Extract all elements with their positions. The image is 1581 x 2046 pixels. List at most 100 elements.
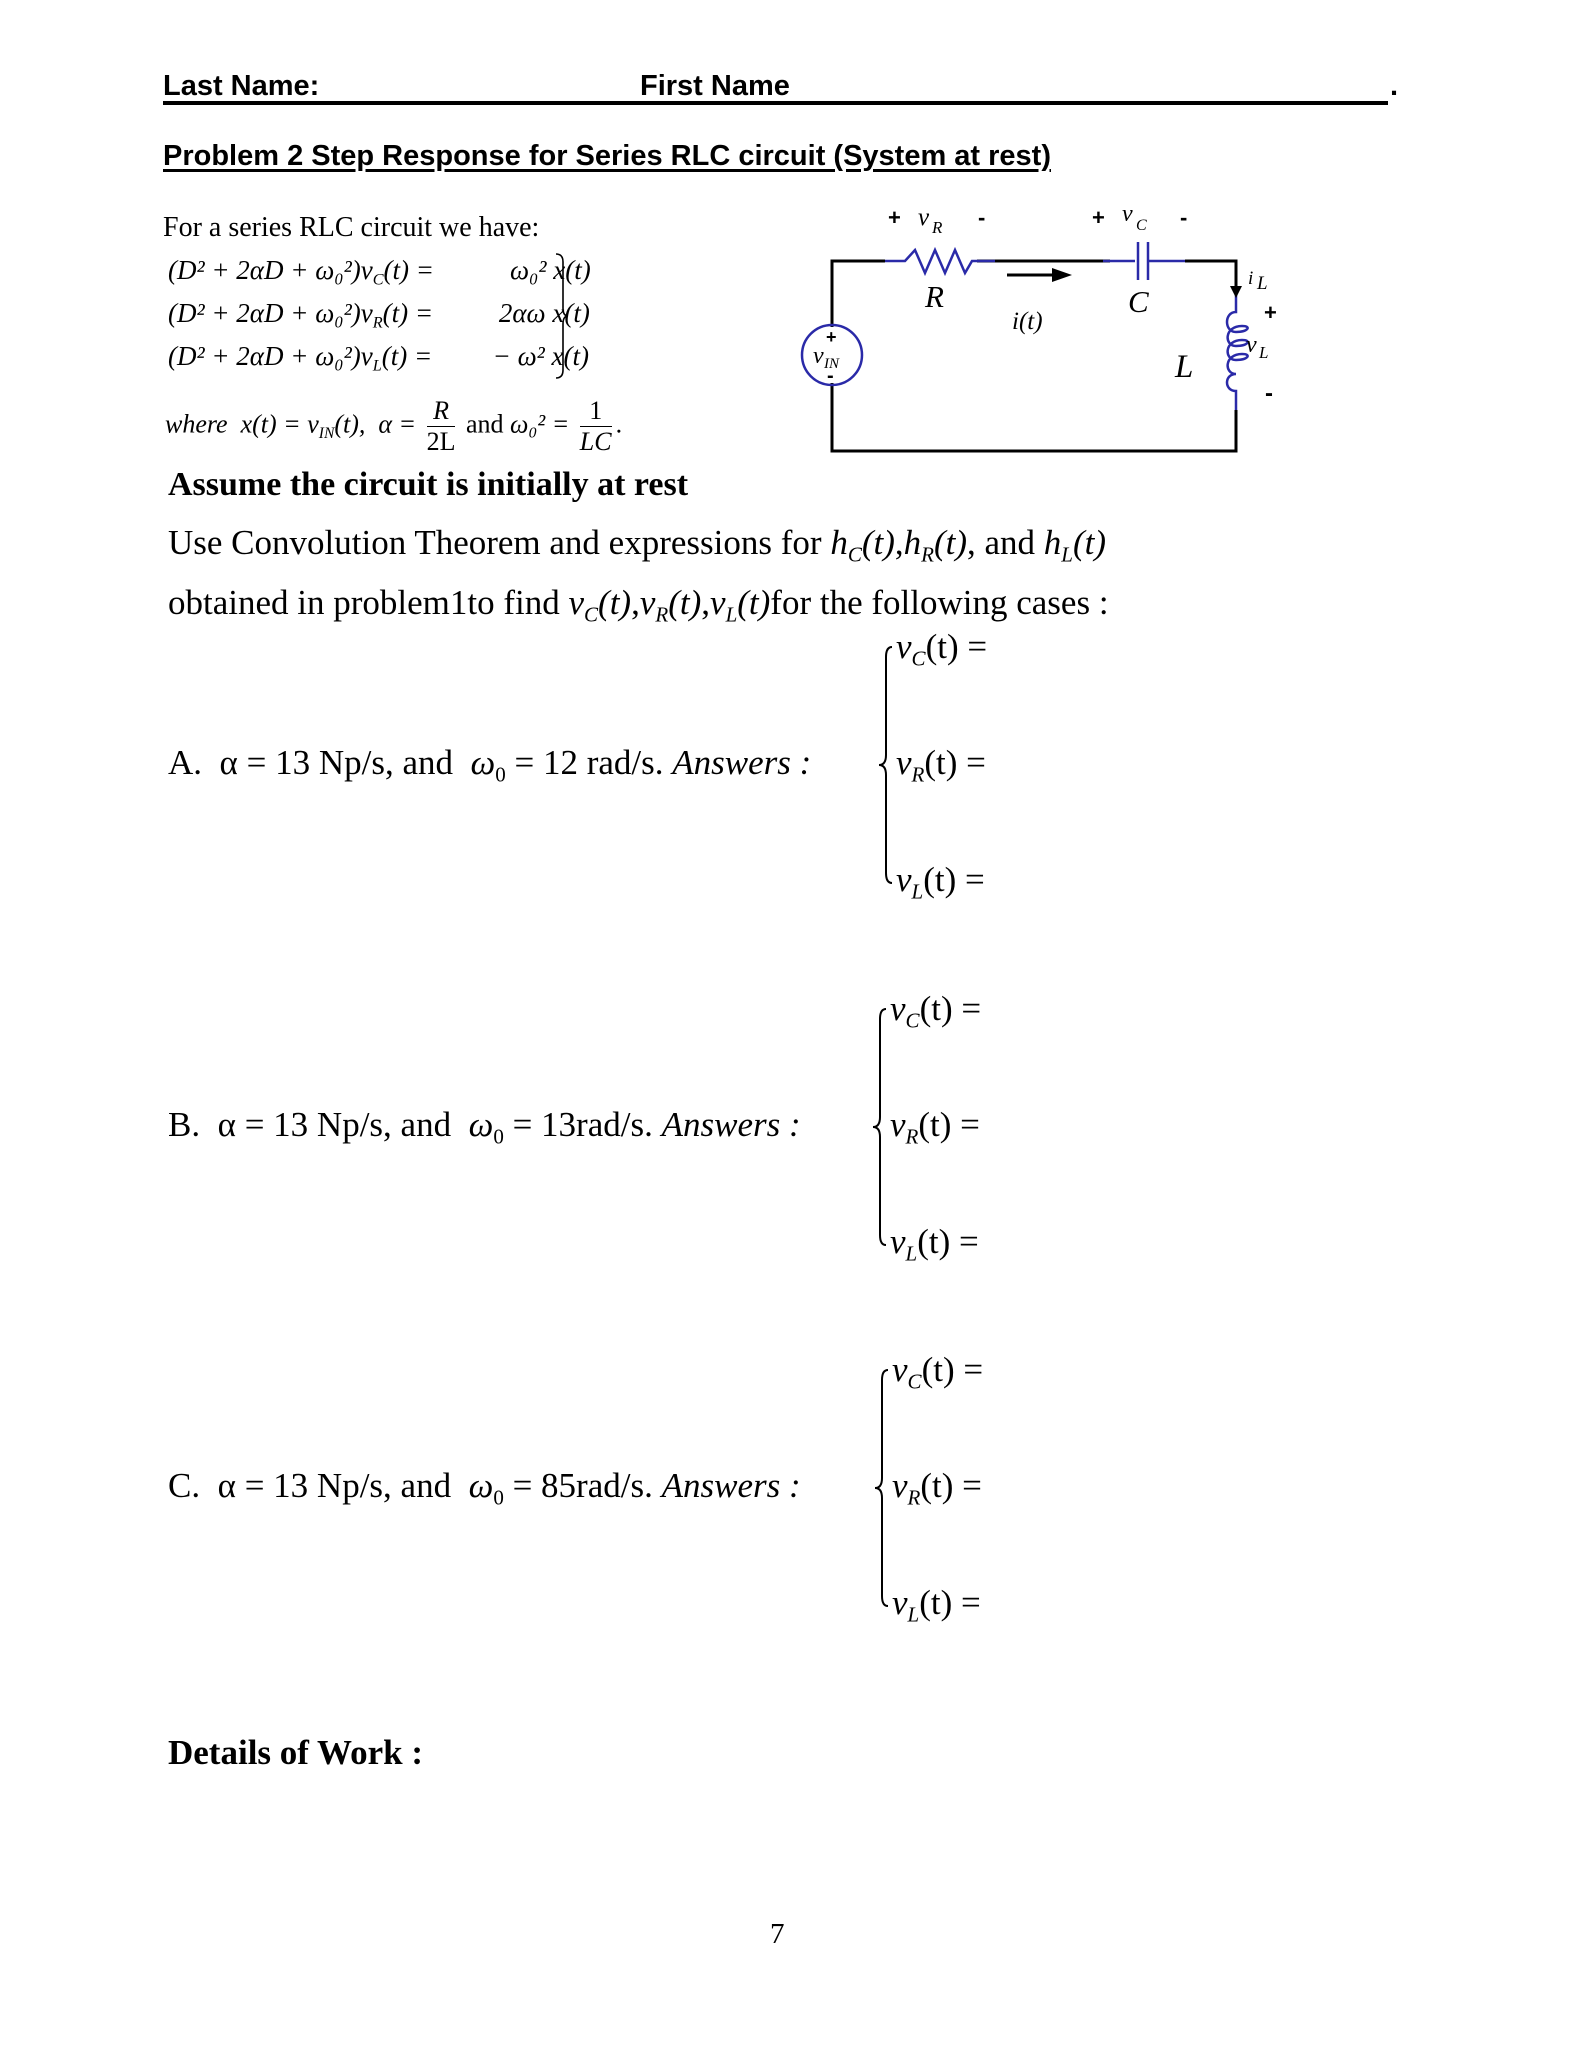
intro-text: For a series RLC circuit we have: xyxy=(163,212,540,243)
case-letter: A. xyxy=(168,743,203,782)
last-name-label: Last Name: xyxy=(163,70,320,102)
answer-var: v xyxy=(890,1222,906,1261)
answer-sub: R xyxy=(907,1485,921,1510)
answer-sub: L xyxy=(907,1602,920,1627)
alpha-value: α = 13 Np/s, and xyxy=(219,743,454,782)
omega-sub: 0 xyxy=(493,1124,504,1149)
answer-r-field: vR(t) = xyxy=(892,1466,982,1510)
answers-label: Answers : xyxy=(672,743,812,782)
eq-sub: R xyxy=(372,313,383,332)
resistor-symbol xyxy=(885,246,995,277)
current-arrows xyxy=(1007,268,1242,298)
answer-c-field: vC(t) = xyxy=(890,989,981,1033)
omega-fraction: 1 LC xyxy=(579,396,612,457)
answer-tail: (t) = xyxy=(919,1583,981,1622)
circuit-labels: + v R - + v C - R C L i(t) i L + v L - +… xyxy=(813,201,1277,407)
answer-l-field: vL(t) = xyxy=(890,1222,979,1266)
t-arg: (t) xyxy=(668,583,702,622)
alpha-value: α = 13 Np/s, and xyxy=(217,1466,452,1505)
answer-tail: (t) = xyxy=(917,1222,979,1261)
vc-plus: + xyxy=(1092,205,1105,230)
wire-bottom xyxy=(830,383,1238,453)
vr-plus: + xyxy=(888,205,901,230)
answer-c-field: vC(t) = xyxy=(892,1350,983,1394)
vr-label: v xyxy=(918,204,930,231)
current-arrow-head xyxy=(1052,268,1072,282)
answer-sub: C xyxy=(905,1008,920,1033)
instruction-line-1: Use Convolution Theorem and expressions … xyxy=(168,523,1107,567)
alpha-numerator: R xyxy=(426,396,456,427)
hr-symbol: h xyxy=(903,523,922,562)
eq-lhs: (D² + 2αD + ω₀²)v xyxy=(168,298,373,328)
eq-mid: (t) = xyxy=(383,255,434,285)
where-prefix: where xyxy=(165,409,228,439)
omega-numerator: 1 xyxy=(579,396,612,427)
details-of-work-heading: Details of Work : xyxy=(168,1733,424,1772)
v-symbol: v xyxy=(710,583,726,622)
omega-sub: 0 xyxy=(495,762,506,787)
answer-sub: C xyxy=(907,1369,922,1394)
vin-label: v xyxy=(813,343,824,369)
vl-plus: + xyxy=(1264,300,1277,325)
and-word: and xyxy=(984,523,1036,562)
answer-r-field: vR(t) = xyxy=(890,1105,980,1147)
case-letter: C. xyxy=(168,1466,201,1505)
instruction-line-2: obtained in problem1to find vC(t),vR(t),… xyxy=(168,583,1109,627)
omega-value: = 12 rad/s. xyxy=(514,743,664,782)
case-b-statement: B. α = 13 Np/s, and ω0 = 13rad/s. Answer… xyxy=(168,1105,801,1149)
brace-path xyxy=(874,1369,889,1607)
vl-label: v xyxy=(1246,332,1257,358)
x-definition-sub: IN xyxy=(318,424,335,442)
instruction-tail: for the following cases : xyxy=(770,583,1109,622)
vr-sub: R xyxy=(931,218,943,237)
hl-sub: L xyxy=(1061,542,1073,567)
t-arg: (t) xyxy=(861,523,895,562)
answer-sub: L xyxy=(905,1241,918,1266)
hl-symbol: h xyxy=(1043,523,1062,562)
eq-sub: C xyxy=(372,270,384,289)
hr-sub: R xyxy=(921,542,934,567)
equation-vl: (D² + 2αD + ω₀²)vL(t) = − ω² x(t) xyxy=(168,341,589,375)
answer-var: v xyxy=(896,627,912,666)
first-name-label: First Name xyxy=(640,70,790,102)
wire-left-top xyxy=(830,259,885,327)
brace-path xyxy=(878,646,893,884)
vc-label: v xyxy=(1122,201,1133,227)
name-line-end-mark: . xyxy=(1390,70,1399,102)
vc-sub: C xyxy=(1136,217,1147,234)
alpha-denominator: 2L xyxy=(426,427,456,456)
answer-sub: C xyxy=(911,646,926,671)
current-label: i(t) xyxy=(1012,308,1043,335)
equation-vc: (D² + 2αD + ω₀²)vC(t) = ω₀² x(t) xyxy=(168,255,591,289)
il-arrow-head xyxy=(1230,286,1242,298)
inductor-label: L xyxy=(1174,349,1193,385)
answer-var: v xyxy=(892,1583,908,1622)
vin-plus: + xyxy=(826,327,837,347)
t-arg: (t) xyxy=(737,583,771,622)
answer-tail: (t) = xyxy=(924,743,986,782)
answer-r-field: vR(t) = xyxy=(896,743,986,787)
answers-label: Answers : xyxy=(661,1466,801,1505)
answer-var: v xyxy=(890,989,906,1028)
answer-var: v xyxy=(890,1105,906,1144)
answer-sub: R xyxy=(911,762,925,787)
eq-lhs: (D² + 2αD + ω₀²)v xyxy=(168,341,373,371)
t-arg: (t) xyxy=(933,523,967,562)
eq-rhs: 2αω x(t) xyxy=(498,298,590,328)
answer-tail: (t) = xyxy=(920,1466,982,1505)
alpha-fraction: R 2L xyxy=(426,396,456,457)
case-a-statement: A. α = 13 Np/s, and ω0 = 12 rad/s. Answe… xyxy=(168,743,812,787)
v-symbol: v xyxy=(568,583,585,622)
where-definitions: where x(t) = vIN(t), α = R 2L and ω₀² = 1… xyxy=(165,396,622,457)
brace-path xyxy=(872,1008,887,1246)
vin-minus: - xyxy=(827,365,834,387)
answers-brace xyxy=(878,646,893,884)
eq-sub: L xyxy=(372,356,382,375)
vr-sub: R xyxy=(655,602,669,627)
rlc-circuit-diagram: + v R - + v C - R C L i(t) i L + v L - +… xyxy=(800,201,1277,453)
capacitor-label: C xyxy=(1128,284,1149,319)
il-label: i xyxy=(1248,268,1253,289)
case-letter: B. xyxy=(168,1105,201,1144)
eq-rhs: ω₀² x(t) xyxy=(509,255,591,285)
omega-symbol: ω xyxy=(468,1466,494,1505)
